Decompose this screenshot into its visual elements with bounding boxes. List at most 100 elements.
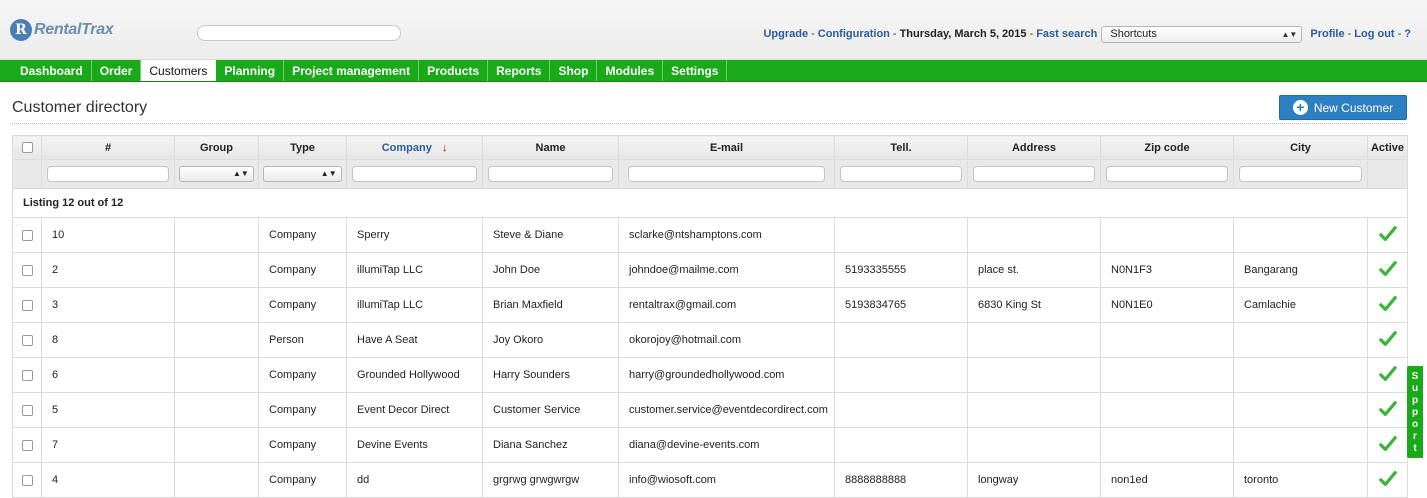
- cell-4: Steve & Diane: [482, 217, 619, 253]
- table-row[interactable]: 10 Company Sperry Steve & Diane sclarke@ntsh…: [12, 217, 1408, 253]
- nav-item-project-management[interactable]: Project management: [284, 60, 420, 81]
- nav-item-order[interactable]: Order: [92, 60, 142, 81]
- nav-item-reports[interactable]: Reports: [488, 60, 551, 81]
- cell-1: [174, 322, 259, 358]
- help-link[interactable]: ?: [1404, 28, 1411, 40]
- filter-tell-input[interactable]: [840, 166, 962, 182]
- cell-0: 2: [41, 252, 175, 288]
- cell-4: Joy Okoro: [482, 322, 619, 358]
- nav-item-products[interactable]: Products: [419, 60, 489, 81]
- table-row[interactable]: 8 Person Have A Seat Joy Okoro okorojoy@hotm…: [12, 322, 1408, 358]
- cell-3: dd: [346, 462, 483, 498]
- listing-count: Listing 12 out of 12: [12, 188, 1408, 218]
- plus-circle-icon: +: [1292, 100, 1308, 115]
- cell-7: [967, 392, 1101, 428]
- column-header-label: #: [104, 141, 112, 154]
- table-row[interactable]: 3 Company illumiTap LLC Brian Maxfield renta…: [12, 287, 1408, 323]
- cell-1: [174, 427, 259, 463]
- filter-number-input[interactable]: [47, 166, 169, 182]
- active-status[interactable]: [1367, 427, 1408, 463]
- select-all-checkbox[interactable]: [21, 142, 33, 154]
- column-header-zip-code[interactable]: Zip code: [1100, 135, 1234, 160]
- profile-link[interactable]: Profile: [1310, 28, 1344, 40]
- nav-item-settings[interactable]: Settings: [663, 60, 728, 81]
- table-row[interactable]: 6 Company Grounded Hollywood Harry Sounders…: [12, 357, 1408, 393]
- cell-2: Company: [258, 287, 347, 323]
- row-checkbox[interactable]: [21, 404, 33, 416]
- checkmark-icon: [1378, 400, 1397, 421]
- row-checkbox[interactable]: [21, 299, 33, 311]
- column-header-active[interactable]: Active: [1367, 135, 1408, 160]
- active-status[interactable]: [1367, 357, 1408, 393]
- column-header-e-mail[interactable]: E-mail: [618, 135, 835, 160]
- table-row[interactable]: 4 Company dd grgrwg grwgwrgw info@wiosoft.co…: [12, 462, 1408, 498]
- cell-5: sclarke@ntshamptons.com: [618, 217, 835, 253]
- column-header-label: Address: [1011, 141, 1057, 154]
- active-status[interactable]: [1367, 462, 1408, 498]
- checkmark-icon: [1378, 260, 1397, 281]
- support-letter: S: [1411, 371, 1419, 382]
- cell-8: N0N1F3: [1100, 252, 1234, 288]
- column-header-company[interactable]: Company ↓: [346, 135, 483, 160]
- row-checkbox[interactable]: [21, 369, 33, 381]
- nav-item-dashboard[interactable]: Dashboard: [12, 60, 92, 81]
- cell-5: harry@groundedhollywood.com: [618, 357, 835, 393]
- filter-email-input[interactable]: [627, 166, 826, 182]
- cell-5: customer.service@eventdecordirect.com: [618, 392, 835, 428]
- table-row[interactable]: 5 Company Event Decor Direct Customer Servi…: [12, 392, 1408, 428]
- column-header-city[interactable]: City: [1233, 135, 1368, 160]
- column-header-name[interactable]: Name: [482, 135, 619, 160]
- select-arrows-icon: ▲▼: [233, 169, 249, 178]
- filter-city-input[interactable]: [1239, 166, 1362, 182]
- row-checkbox[interactable]: [21, 229, 33, 241]
- configuration-link[interactable]: Configuration: [818, 28, 890, 40]
- logo[interactable]: R RentalTrax: [10, 17, 114, 43]
- nav-item-customers[interactable]: Customers: [141, 60, 217, 81]
- logout-link[interactable]: Log out: [1354, 28, 1394, 40]
- support-letter: p: [1411, 407, 1419, 418]
- column-header-label: City: [1290, 141, 1311, 154]
- filter-name-input[interactable]: [488, 166, 613, 182]
- nav-item-planning[interactable]: Planning: [216, 60, 285, 81]
- active-status[interactable]: [1367, 287, 1408, 323]
- support-tab[interactable]: Support: [1407, 366, 1423, 458]
- cell-9: [1233, 357, 1368, 393]
- filter-group-select[interactable]: ▲▼: [179, 166, 254, 182]
- row-checkbox[interactable]: [21, 334, 33, 346]
- cell-2: Company: [258, 252, 347, 288]
- filter-zip-input[interactable]: [1106, 166, 1228, 182]
- cell-0: 4: [41, 462, 175, 498]
- cell-0: 7: [41, 427, 175, 463]
- nav-item-shop[interactable]: Shop: [550, 60, 598, 81]
- cell-0: 10: [41, 217, 175, 253]
- active-status[interactable]: [1367, 217, 1408, 253]
- cell-8: N0N1E0: [1100, 287, 1234, 323]
- table-row[interactable]: 7 Company Devine Events Diana Sanchez diana@…: [12, 427, 1408, 463]
- filter-type-select[interactable]: ▲▼: [263, 166, 342, 182]
- column-header-number[interactable]: #: [41, 135, 175, 160]
- cell-3: illumiTap LLC: [346, 252, 483, 288]
- shortcuts-select[interactable]: Shortcuts ▲▼: [1101, 25, 1303, 43]
- new-customer-button[interactable]: + New Customer: [1279, 95, 1407, 120]
- cell-7: [967, 357, 1101, 393]
- row-checkbox[interactable]: [21, 439, 33, 451]
- nav-item-modules[interactable]: Modules: [597, 60, 664, 81]
- filter-address-input[interactable]: [973, 166, 1095, 182]
- global-search-input[interactable]: [197, 25, 401, 41]
- active-status[interactable]: [1367, 322, 1408, 358]
- row-checkbox[interactable]: [21, 264, 33, 276]
- select-arrows-icon: ▲▼: [320, 169, 337, 178]
- column-header-tell[interactable]: Tell.: [834, 135, 968, 160]
- upgrade-link[interactable]: Upgrade: [763, 28, 808, 40]
- active-status[interactable]: [1367, 252, 1408, 288]
- row-checkbox[interactable]: [21, 474, 33, 486]
- column-header-type[interactable]: Type: [258, 135, 347, 160]
- column-header-group[interactable]: Group: [174, 135, 259, 160]
- cell-7: longway: [967, 462, 1101, 498]
- column-header-address[interactable]: Address: [967, 135, 1101, 160]
- active-status[interactable]: [1367, 392, 1408, 428]
- fast-search-link[interactable]: Fast search: [1036, 28, 1097, 40]
- table-row[interactable]: 2 Company illumiTap LLC John Doe johndoe@mai…: [12, 252, 1408, 288]
- logo-mark-icon: R: [10, 19, 32, 41]
- filter-company-input[interactable]: [352, 166, 477, 182]
